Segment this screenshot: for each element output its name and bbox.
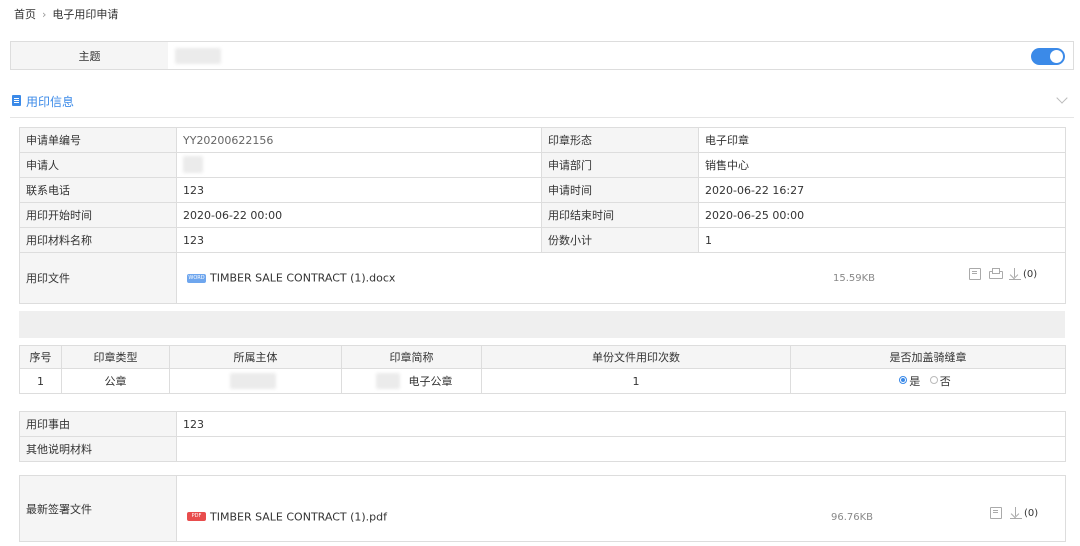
pdf-file-icon: PDF: [187, 512, 206, 522]
radio-no-label: 否: [939, 375, 951, 388]
other-material-label: 其他说明材料: [19, 436, 177, 462]
applicant-value: [176, 152, 542, 178]
breadcrumb-home[interactable]: 首页: [14, 8, 36, 21]
col-header-index: 序号: [19, 345, 62, 369]
seal-entity: [169, 368, 342, 394]
signed-file-cell: PDF TIMBER SALE CONTRACT (1).pdf 96.76KB …: [176, 475, 1066, 542]
radio-yes[interactable]: [899, 376, 908, 384]
table-row: 申请人 申请部门 销售中心: [19, 152, 1066, 178]
reason-table: 用印事由 123 其他说明材料: [19, 411, 1066, 462]
col-header-type: 印章类型: [61, 345, 170, 369]
table-header-row: 序号 印章类型 所属主体 印章简称 单份文件用印次数 是否加盖骑缝章: [19, 345, 1066, 369]
table-row: 用印事由 123: [19, 411, 1066, 437]
signed-file-table: 最新签署文件 PDF TIMBER SALE CONTRACT (1).pdf 9…: [19, 475, 1066, 542]
subject-label: 主题: [11, 42, 168, 69]
toggle-knob: [1050, 50, 1063, 63]
apply-time-label: 申请时间: [541, 177, 699, 203]
seal-short-name: 电子公章: [408, 375, 453, 388]
subject-row: 主题: [10, 41, 1074, 70]
table-row: 1 公章 电子公章 1 是 否: [19, 368, 1066, 394]
download-icon[interactable]: [1010, 507, 1022, 519]
reason-value: 123: [176, 411, 1066, 437]
table-row: 最新签署文件 PDF TIMBER SALE CONTRACT (1).pdf 9…: [19, 475, 1066, 542]
start-time-value: 2020-06-22 00:00: [176, 202, 542, 228]
table-row: 联系电话 123 申请时间 2020-06-22 16:27: [19, 177, 1066, 203]
breadcrumb-current: 电子用印申请: [52, 8, 119, 21]
signed-file-size: 96.76KB: [831, 512, 874, 523]
end-time-value: 2020-06-25 00:00: [698, 202, 1066, 228]
file-name-link[interactable]: TIMBER SALE CONTRACT (1).docx: [210, 272, 395, 285]
file-actions: (0): [969, 268, 1037, 280]
col-header-seam-seal: 是否加盖骑缝章: [790, 345, 1066, 369]
col-header-entity: 所属主体: [169, 345, 342, 369]
redacted-short-name: [376, 373, 400, 389]
signed-file-name-link[interactable]: TIMBER SALE CONTRACT (1).pdf: [210, 510, 387, 523]
seal-table: 序号 印章类型 所属主体 印章简称 单份文件用印次数 是否加盖骑缝章 1 公章 …: [19, 345, 1066, 394]
word-file-icon: WORD: [187, 273, 206, 283]
department-value: 销售中心: [698, 152, 1066, 178]
reason-label: 用印事由: [19, 411, 177, 437]
redacted-applicant: [183, 156, 203, 173]
breadcrumb-separator-icon: ›: [42, 8, 47, 21]
application-no-label: 申请单编号: [19, 127, 177, 153]
subject-toggle[interactable]: [1031, 48, 1065, 65]
subject-value: [168, 42, 1073, 69]
chevron-down-icon[interactable]: [1056, 92, 1068, 104]
material-name-value: 123: [176, 227, 542, 253]
seam-seal-cell: 是 否: [790, 368, 1066, 394]
seal-form-value: 电子印章: [698, 127, 1066, 153]
col-header-short-name: 印章简称: [341, 345, 482, 369]
material-name-label: 用印材料名称: [19, 227, 177, 253]
seal-type: 公章: [61, 368, 170, 394]
seal-form-label: 印章形态: [541, 127, 699, 153]
seal-index: 1: [19, 368, 62, 394]
phone-label: 联系电话: [19, 177, 177, 203]
phone-value: 123: [176, 177, 542, 203]
file-label: 用印文件: [19, 252, 177, 304]
department-label: 申请部门: [541, 152, 699, 178]
file-badge-text: WORD: [188, 274, 205, 281]
section-title: 用印信息: [26, 95, 75, 109]
divider-bar: [19, 311, 1065, 338]
file-size: 15.59KB: [833, 273, 876, 284]
signed-file-actions: (0): [990, 507, 1038, 519]
application-no-value: YY20200622156: [176, 127, 542, 153]
radio-no[interactable]: [929, 376, 938, 384]
redacted-entity: [230, 373, 276, 389]
start-time-label: 用印开始时间: [19, 202, 177, 228]
seal-times: 1: [481, 368, 791, 394]
file-cell: WORD TIMBER SALE CONTRACT (1).docx 15.59K…: [176, 252, 1066, 304]
info-table: 申请单编号 YY20200622156 印章形态 电子印章 申请人 申请部门 销…: [19, 127, 1066, 304]
applicant-label: 申请人: [19, 152, 177, 178]
breadcrumb: 首页 › 电子用印申请: [14, 6, 118, 22]
download-icon[interactable]: [1009, 268, 1021, 280]
redacted-subject: [175, 48, 221, 64]
copies-label: 份数小计: [541, 227, 699, 253]
copies-value: 1: [698, 227, 1066, 253]
table-row: 申请单编号 YY20200622156 印章形态 电子印章: [19, 127, 1066, 153]
print-icon[interactable]: [989, 268, 1003, 280]
radio-yes-label: 是: [909, 375, 921, 388]
other-material-value: [176, 436, 1066, 462]
signed-file-label: 最新签署文件: [19, 475, 177, 542]
preview-icon[interactable]: [969, 268, 981, 280]
preview-icon[interactable]: [990, 507, 1002, 519]
end-time-label: 用印结束时间: [541, 202, 699, 228]
apply-time-value: 2020-06-22 16:27: [698, 177, 1066, 203]
table-row: 其他说明材料: [19, 436, 1066, 462]
table-row: 用印材料名称 123 份数小计 1: [19, 227, 1066, 253]
col-header-times: 单份文件用印次数: [481, 345, 791, 369]
pdf-badge-text: PDF: [191, 513, 202, 520]
section-header[interactable]: 用印信息: [10, 92, 1074, 118]
signed-download-count: (0): [1024, 507, 1039, 519]
document-icon: [12, 95, 21, 106]
download-count: (0): [1023, 268, 1038, 280]
table-row: 用印文件 WORD TIMBER SALE CONTRACT (1).docx 1…: [19, 252, 1066, 304]
seal-short-name-cell: 电子公章: [341, 368, 482, 394]
table-row: 用印开始时间 2020-06-22 00:00 用印结束时间 2020-06-2…: [19, 202, 1066, 228]
